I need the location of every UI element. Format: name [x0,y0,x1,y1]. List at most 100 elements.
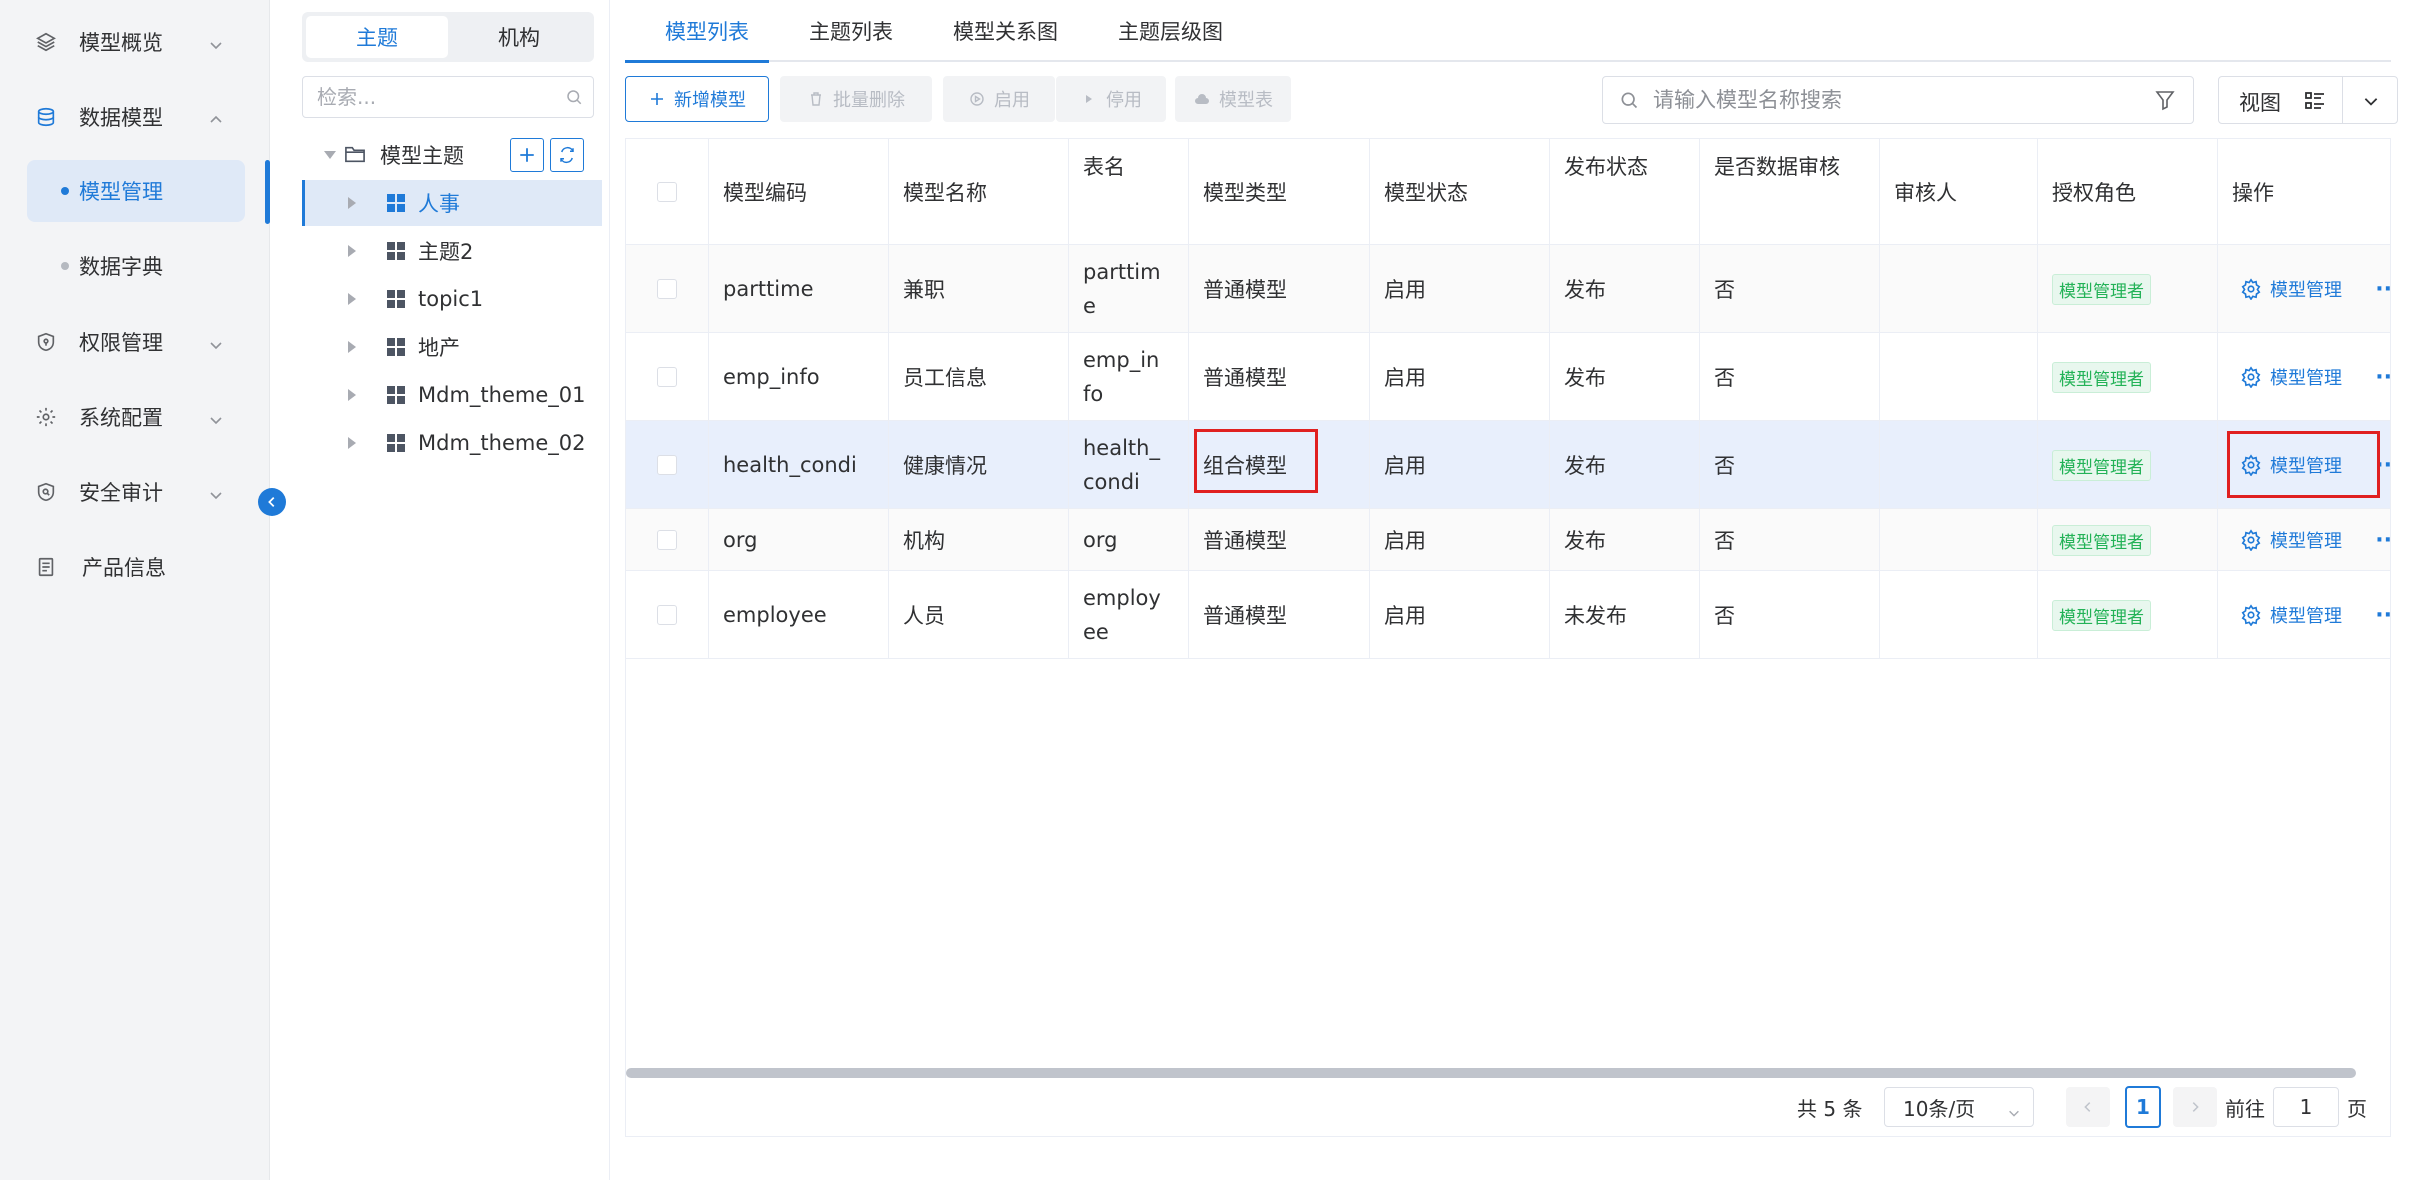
grid-icon [387,434,405,452]
tree-root[interactable]: 模型主题 [302,134,602,176]
model-table-button[interactable]: 模型表 [1175,76,1291,122]
cloud-icon [1193,90,1211,108]
collapse-sidebar-button[interactable] [258,488,286,516]
cell-model-code: org [709,509,889,571]
header-model-status[interactable]: 模型状态 [1370,139,1550,245]
enable-label: 启用 [994,90,1030,111]
more-icon[interactable]: ·· [2375,603,2390,628]
page-size-select[interactable]: 10条/页 [1884,1087,2034,1127]
goto-page-input[interactable] [2273,1087,2339,1127]
table-row[interactable]: org 机构 org 普通模型 启用 发布 否 模型管理者 模型管理 ·· [626,509,2390,571]
row-checkbox[interactable] [657,367,677,387]
gear-icon [2241,604,2261,626]
horizontal-scrollbar[interactable] [626,1068,2356,1078]
more-icon[interactable]: ·· [2375,277,2390,302]
nav-item-permissions[interactable]: 权限管理 [0,311,270,373]
enable-button[interactable]: 启用 [943,76,1055,122]
cell-auditor [1880,571,2038,659]
chevron-down-icon [2007,1101,2021,1117]
nav-item-system-config[interactable]: 系统配置 [0,386,270,448]
header-roles[interactable]: 授权角色 [2038,139,2218,245]
tree-node[interactable]: 地产 [302,324,602,370]
refresh-tree-button[interactable] [550,138,584,172]
nav-item-security-audit[interactable]: 安全审计 [0,461,270,523]
disable-button[interactable]: 停用 [1056,76,1166,122]
nav-item-product-info[interactable]: 产品信息 [0,536,270,598]
tree-search-input[interactable] [317,85,567,109]
model-manage-link[interactable]: 模型管理 [2240,602,2342,628]
page-number-current[interactable]: 1 [2125,1086,2161,1128]
table-row[interactable]: parttime 兼职 parttim e 普通模型 启用 发布 否 模型管理者 … [626,245,2390,333]
model-manage-link[interactable]: 模型管理 [2240,452,2342,478]
tree-node-label: Mdm_theme_01 [418,383,586,407]
segment-organization[interactable]: 机构 [448,16,590,58]
header-model-code[interactable]: 模型编码 [709,139,889,245]
table-row[interactable]: employee 人员 employ ee 普通模型 启用 未发布 否 模型管理者… [626,571,2390,659]
sidebar-item-model-management[interactable]: 模型管理 [27,160,245,222]
header-data-audit[interactable]: 是否数据审核 [1700,139,1880,245]
header-model-name[interactable]: 模型名称 [889,139,1069,245]
header-publish-status[interactable]: 发布状态 [1550,139,1700,245]
chevron-down-icon [208,484,224,500]
grid-icon [387,242,405,260]
model-manage-link[interactable]: 模型管理 [2240,276,2342,302]
batch-delete-button[interactable]: 批量删除 [780,76,932,122]
header-model-type[interactable]: 模型类型 [1189,139,1370,245]
add-theme-button[interactable] [510,138,544,172]
tree-node[interactable]: Mdm_theme_01 [302,372,602,418]
filter-icon[interactable] [2155,89,2175,111]
nav-item-overview[interactable]: 模型概览 [0,11,270,73]
pagination-total: 共 5 条 [1797,1097,1863,1121]
table-row[interactable]: health_condi 健康情况 health_ condi 组合模型 启用 发… [626,421,2390,509]
tree-node[interactable]: Mdm_theme_02 [302,420,602,466]
next-page-button[interactable] [2173,1087,2217,1127]
caret-right-icon[interactable] [348,437,356,449]
model-search-input[interactable] [1653,87,2133,113]
model-manage-label: 模型管理 [2270,606,2342,627]
caret-right-icon[interactable] [348,389,356,401]
cell-auditor [1880,509,2038,571]
more-icon[interactable]: ·· [2375,365,2390,390]
caret-right-icon[interactable] [348,341,356,353]
header-auditor[interactable]: 审核人 [1880,139,2038,245]
view-switch[interactable]: 视图 [2218,76,2398,124]
cell-model-type: 普通模型 [1189,245,1370,333]
row-checkbox[interactable] [657,455,677,475]
row-checkbox[interactable] [657,279,677,299]
chevron-down-icon[interactable] [2362,92,2380,110]
cell-model-name: 员工信息 [889,333,1069,421]
segment-theme[interactable]: 主题 [306,16,448,58]
row-select-cell [626,333,709,421]
tab-theme-list[interactable]: 主题列表 [809,0,893,62]
sidebar-item-data-dictionary[interactable]: 数据字典 [27,235,245,297]
model-manage-link[interactable]: 模型管理 [2240,527,2342,553]
cell-model-status: 启用 [1370,509,1550,571]
model-manage-link[interactable]: 模型管理 [2240,364,2342,390]
header-table-name[interactable]: 表名 [1069,139,1189,245]
nav-item-data-model[interactable]: 数据模型 [0,86,270,148]
more-icon[interactable]: ·· [2375,453,2390,478]
divider [2342,77,2343,123]
tree-node[interactable]: topic1 [302,276,602,322]
tab-model-list[interactable]: 模型列表 [665,0,749,62]
sidebar: 模型概览 数据模型 模型管理 数据字典 权限管理 系统配置 安全审计 产品信息 [0,0,270,1180]
caret-down-icon[interactable] [324,151,336,159]
tree-node[interactable]: 人事 [302,180,602,226]
cell-publish-status: 发布 [1550,509,1700,571]
role-tag: 模型管理者 [2052,449,2151,481]
cell-model-status: 启用 [1370,571,1550,659]
row-checkbox[interactable] [657,530,677,550]
caret-right-icon[interactable] [348,245,356,257]
cell-table-name: employ ee [1069,571,1189,659]
add-model-button[interactable]: 新增模型 [625,76,769,122]
caret-right-icon[interactable] [348,197,356,209]
prev-page-button[interactable] [2066,1087,2110,1127]
tab-model-relation[interactable]: 模型关系图 [953,0,1058,62]
more-icon[interactable]: ·· [2375,528,2390,553]
row-checkbox[interactable] [657,605,677,625]
caret-right-icon[interactable] [348,293,356,305]
tab-theme-hierarchy[interactable]: 主题层级图 [1118,0,1223,62]
table-row[interactable]: emp_info 员工信息 emp_in fo 普通模型 启用 发布 否 模型管理… [626,333,2390,421]
tree-node[interactable]: 主题2 [302,228,602,274]
select-all-checkbox[interactable] [657,182,677,202]
